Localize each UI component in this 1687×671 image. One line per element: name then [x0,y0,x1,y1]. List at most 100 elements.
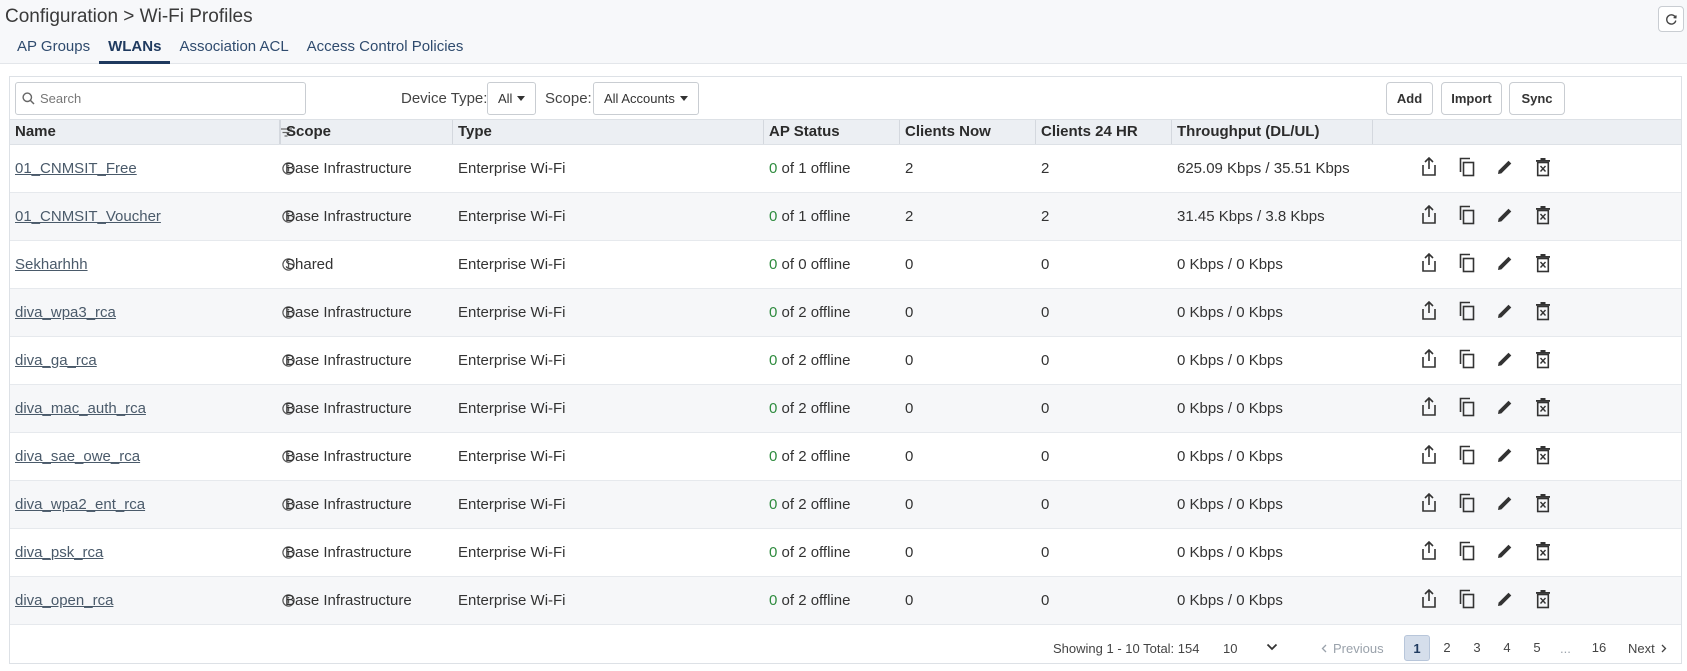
edit-icon [1496,494,1514,515]
throughput-cell: 0 Kbps / 0 Kbps [1177,352,1283,369]
edit-button[interactable] [1486,337,1524,384]
column-header-scope[interactable]: Scope [280,120,453,144]
delete-button[interactable] [1524,481,1562,528]
sync-button[interactable]: Sync [1509,82,1565,115]
column-header-type[interactable]: Type [453,120,764,144]
export-button[interactable] [1410,433,1448,480]
copy-button[interactable] [1448,337,1486,384]
export-button[interactable] [1410,145,1448,192]
column-header-throughput[interactable]: Throughput (DL/UL) [1172,120,1373,144]
export-button[interactable] [1410,289,1448,336]
search-box[interactable] [15,82,306,115]
edit-button[interactable] [1486,433,1524,480]
column-header-clients-24hr[interactable]: Clients 24 HR [1036,120,1172,144]
wlan-name-link[interactable]: diva_sae_owe_rca [15,448,140,465]
type-cell: Enterprise Wi-Fi [458,400,566,417]
column-header-name[interactable]: Name [10,120,280,144]
delete-button[interactable] [1524,241,1562,288]
page-button[interactable]: 5 [1524,635,1550,661]
copy-button[interactable] [1448,385,1486,432]
export-icon [1420,492,1438,516]
wlan-name-link[interactable]: Sekharhhh [15,256,88,273]
wlan-name-link[interactable]: diva_open_rca [15,592,113,609]
page-button[interactable]: 1 [1404,635,1430,661]
refresh-button[interactable] [1658,6,1684,32]
export-button[interactable] [1410,529,1448,576]
clients-24hr-cell: 2 [1041,160,1050,177]
copy-button[interactable] [1448,145,1486,192]
search-input[interactable] [40,91,290,106]
edit-button[interactable] [1486,241,1524,288]
page-header: Configuration > Wi-Fi Profiles AP Groups… [0,0,1687,64]
copy-button[interactable] [1448,193,1486,240]
page-button[interactable]: 2 [1434,635,1460,661]
row-actions [1410,289,1562,336]
edit-button[interactable] [1486,529,1524,576]
tab-ap-groups[interactable]: AP Groups [8,36,99,64]
delete-icon [1535,349,1551,372]
edit-icon [1496,254,1514,275]
delete-button[interactable] [1524,433,1562,480]
copy-button[interactable] [1448,577,1486,624]
tab-wlans[interactable]: WLANs [99,36,171,64]
tab-access-control-policies[interactable]: Access Control Policies [298,36,473,64]
row-actions [1410,577,1562,624]
edit-button[interactable] [1486,145,1524,192]
export-button[interactable] [1410,385,1448,432]
edit-button[interactable] [1486,385,1524,432]
wlan-name-link[interactable]: diva_psk_rca [15,544,103,561]
wlan-name-link[interactable]: diva_wpa3_rca [15,304,116,321]
copy-button[interactable] [1448,433,1486,480]
delete-button[interactable] [1524,529,1562,576]
export-button[interactable] [1410,481,1448,528]
wlan-name-link[interactable]: diva_ga_rca [15,352,97,369]
copy-button[interactable] [1448,241,1486,288]
chevron-right-icon [1661,644,1667,653]
tab-association-acl[interactable]: Association ACL [170,36,297,64]
copy-button[interactable] [1448,481,1486,528]
wlan-name-link[interactable]: 01_CNMSIT_Free [15,160,137,177]
page-button[interactable]: 16 [1586,635,1612,661]
scope-dropdown[interactable]: All Accounts [593,82,699,115]
ap-status-text: of 2 offline [777,496,851,513]
delete-button[interactable] [1524,193,1562,240]
export-button[interactable] [1410,241,1448,288]
clients-24hr-cell: 0 [1041,256,1050,273]
wlan-name-link[interactable]: 01_CNMSIT_Voucher [15,208,161,225]
copy-button[interactable] [1448,289,1486,336]
import-button[interactable]: Import [1441,82,1502,115]
delete-button[interactable] [1524,337,1562,384]
table-row: diva_psk_rca Base Infrastructure Enterpris… [10,529,1681,577]
next-label: Next [1628,641,1655,656]
device-type-dropdown[interactable]: All [487,82,537,115]
chevron-left-icon [1321,644,1327,653]
edit-button[interactable] [1486,289,1524,336]
next-page-button[interactable]: Next [1628,641,1667,656]
previous-page-button[interactable]: Previous [1321,641,1384,656]
page-button[interactable]: 3 [1464,635,1490,661]
export-button[interactable] [1410,337,1448,384]
delete-button[interactable] [1524,145,1562,192]
row-actions [1410,481,1562,528]
column-header-ap-status[interactable]: AP Status [764,120,900,144]
ap-status-cell: 0 of 2 offline [764,481,850,528]
edit-button[interactable] [1486,481,1524,528]
edit-icon [1496,398,1514,419]
delete-button[interactable] [1524,289,1562,336]
add-button[interactable]: Add [1386,82,1433,115]
throughput-cell: 0 Kbps / 0 Kbps [1177,400,1283,417]
delete-button[interactable] [1524,385,1562,432]
edit-button[interactable] [1486,577,1524,624]
export-icon [1420,300,1438,324]
export-button[interactable] [1410,577,1448,624]
wlan-name-link[interactable]: diva_wpa2_ent_rca [15,496,145,513]
page-size-select[interactable]: 10 [1223,641,1237,656]
delete-button[interactable] [1524,577,1562,624]
export-button[interactable] [1410,193,1448,240]
chevron-down-icon[interactable] [1266,643,1278,651]
column-header-clients-now[interactable]: Clients Now [900,120,1036,144]
copy-button[interactable] [1448,529,1486,576]
page-button[interactable]: 4 [1494,635,1520,661]
edit-button[interactable] [1486,193,1524,240]
wlan-name-link[interactable]: diva_mac_auth_rca [15,400,146,417]
